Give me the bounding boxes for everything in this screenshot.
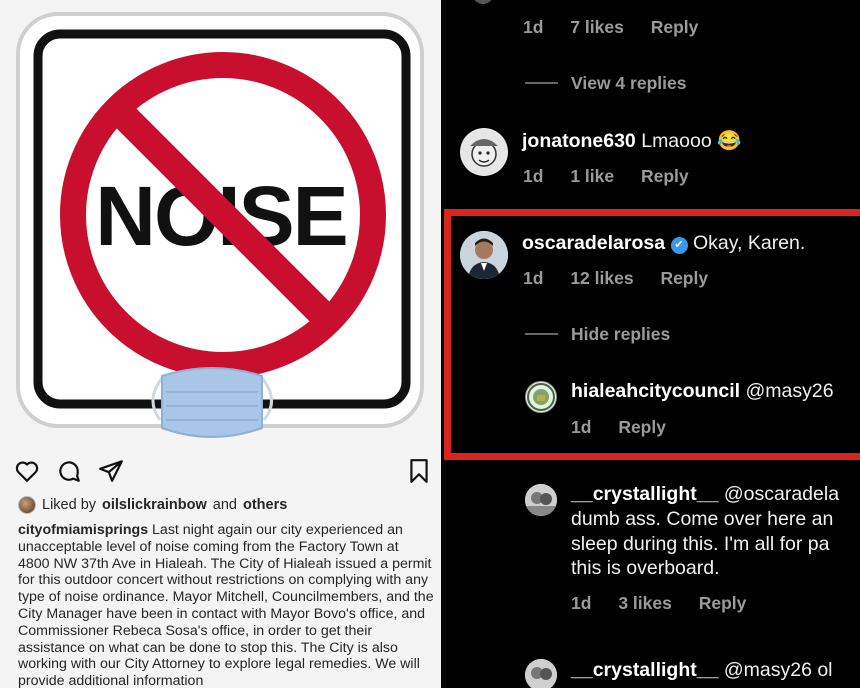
reply-button[interactable]: Reply bbox=[699, 593, 747, 613]
comment-text-line: jonatone630 Lmaooo 😂 bbox=[522, 129, 741, 153]
comment-text-line: __crystallight__ @oscaradela bbox=[571, 483, 839, 506]
avatar[interactable] bbox=[460, 128, 508, 176]
post-action-bar bbox=[0, 452, 441, 488]
comment-meta: 1d 3 likes Reply bbox=[571, 593, 768, 614]
comment-likes[interactable]: 7 likes bbox=[570, 17, 624, 37]
comment-meta: 1d 7 likes Reply bbox=[523, 17, 720, 38]
avatar[interactable] bbox=[525, 659, 557, 688]
reply-button[interactable]: Reply bbox=[618, 417, 666, 437]
comment-likes[interactable]: 3 likes bbox=[618, 593, 672, 613]
post-panel: NOISE Liked by oilslickrainbow a bbox=[0, 0, 441, 688]
comment-age: 1d bbox=[571, 593, 592, 613]
comment-text: Lmaooo 😂 bbox=[641, 130, 742, 152]
comment-mention[interactable]: @oscaradela bbox=[724, 483, 839, 505]
comment-mention[interactable]: @masy26 bbox=[745, 380, 833, 402]
comment-age: 1d bbox=[523, 17, 544, 37]
reply-button[interactable]: Reply bbox=[641, 166, 689, 186]
bookmark-icon[interactable] bbox=[406, 458, 432, 484]
divider bbox=[525, 82, 558, 84]
comment-text-line: hialeahcitycouncil @masy26 bbox=[571, 380, 834, 403]
reply-button[interactable]: Reply bbox=[651, 17, 699, 37]
comment-text: sleep during this. I'm all for pa bbox=[571, 533, 830, 555]
reply-button[interactable]: Reply bbox=[660, 268, 708, 288]
comment-username[interactable]: hialeahcitycouncil bbox=[571, 380, 740, 402]
comments-panel: 1d 7 likes Reply View 4 replies jonatone… bbox=[441, 0, 860, 688]
heart-icon[interactable] bbox=[14, 458, 40, 484]
comment-meta: 1d 1 like Reply bbox=[523, 166, 711, 187]
comment-username[interactable]: jonatone630 bbox=[522, 130, 636, 152]
comment-username[interactable]: __crystallight__ bbox=[571, 483, 718, 505]
liked-by-user[interactable]: oilslickrainbow bbox=[102, 497, 207, 513]
comment-likes[interactable]: 12 likes bbox=[570, 268, 633, 288]
caption-username[interactable]: cityofmiamisprings bbox=[18, 522, 148, 538]
avatar[interactable] bbox=[460, 231, 508, 279]
face-mask-graphic bbox=[151, 367, 273, 438]
avatar[interactable] bbox=[18, 496, 36, 514]
comment-username[interactable]: oscaradelarosa bbox=[522, 232, 665, 254]
avatar[interactable] bbox=[525, 484, 557, 516]
divider bbox=[525, 333, 558, 335]
comment-mention[interactable]: @masy26 ol bbox=[724, 659, 833, 681]
profile-photo-icon bbox=[525, 659, 557, 688]
comment-text-line: oscaradelarosa ✔ Okay, Karen. bbox=[522, 232, 805, 255]
comment-meta: 1d Reply bbox=[571, 417, 688, 438]
sketch-face-icon bbox=[470, 139, 498, 167]
comment-text: Okay, Karen. bbox=[692, 232, 806, 254]
view-replies-button[interactable]: View 4 replies bbox=[571, 73, 686, 94]
comment-age: 1d bbox=[523, 166, 544, 186]
liked-by-and: and bbox=[212, 497, 237, 513]
comment-username[interactable]: __crystallight__ bbox=[571, 659, 718, 681]
liked-by-others[interactable]: others bbox=[243, 497, 287, 513]
comment-text: dumb ass. Come over here an bbox=[571, 508, 834, 530]
profile-photo-icon bbox=[525, 484, 557, 516]
profile-photo-icon bbox=[460, 231, 508, 279]
comment-age: 1d bbox=[523, 268, 544, 288]
comment-text: this is overboard. bbox=[571, 557, 720, 579]
comment-age: 1d bbox=[571, 417, 592, 437]
post-caption: cityofmiamisprings Last night again our … bbox=[18, 522, 434, 688]
city-seal-icon bbox=[527, 383, 555, 411]
comment-likes[interactable]: 1 like bbox=[570, 166, 614, 186]
hide-replies-button[interactable]: Hide replies bbox=[571, 324, 670, 345]
post-image[interactable]: NOISE bbox=[0, 0, 441, 450]
liked-by-prefix: Liked by bbox=[42, 497, 97, 513]
caption-text: Last night again our city experienced an… bbox=[18, 522, 434, 688]
share-icon[interactable] bbox=[98, 458, 124, 484]
avatar[interactable] bbox=[525, 381, 557, 413]
verified-badge-icon: ✔ bbox=[670, 237, 688, 254]
comment-icon[interactable] bbox=[56, 458, 82, 484]
comment-text-line: __crystallight__ @masy26 ol bbox=[571, 659, 833, 682]
liked-by-row: Liked by oilslickrainbow and others bbox=[18, 496, 287, 514]
avatar[interactable] bbox=[473, 0, 493, 4]
comment-meta: 1d 12 likes Reply bbox=[523, 268, 730, 289]
